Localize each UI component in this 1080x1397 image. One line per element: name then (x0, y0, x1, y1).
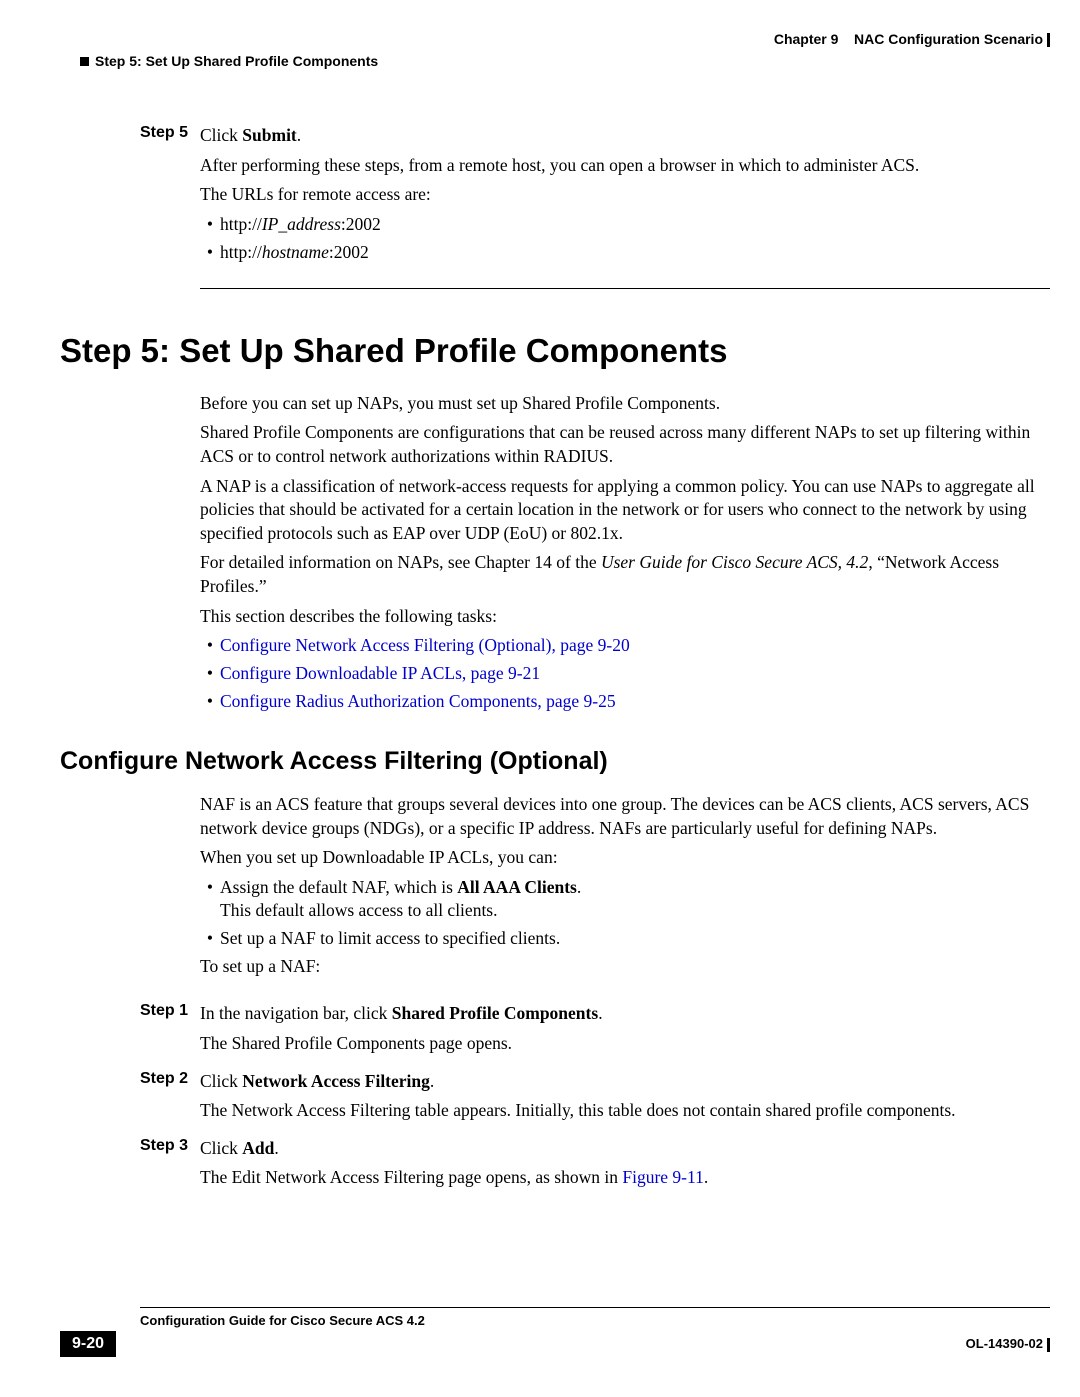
page-footer: Configuration Guide for Cisco Secure ACS… (60, 1307, 1050, 1357)
page-header: Chapter 9 NAC Configuration Scenario Ste… (60, 30, 1050, 70)
heading-shared-profile: Step 5: Set Up Shared Profile Components (60, 329, 1050, 374)
header-section: Step 5: Set Up Shared Profile Components (80, 52, 378, 71)
page-content: Step 5 Click Submit. After performing th… (60, 120, 1050, 1200)
step-label: Step 1 (140, 998, 200, 1061)
chapter-label: Chapter 9 NAC Configuration Scenario (774, 31, 1043, 47)
step-1-row: Step 1 In the navigation bar, click Shar… (60, 998, 1050, 1061)
link-configure-naf[interactable]: Configure Network Access Filtering (Opti… (220, 635, 630, 655)
doc-number: OL-14390-02 (966, 1336, 1043, 1351)
footer-guide-title: Configuration Guide for Cisco Secure ACS… (140, 1312, 425, 1330)
link-configure-ip-acls[interactable]: Configure Downloadable IP ACLs, page 9-2… (220, 663, 540, 683)
section-rule (200, 288, 1050, 289)
page-number: 9-20 (60, 1331, 116, 1357)
step-label: Step 3 (140, 1133, 200, 1196)
step-3-row: Step 3 Click Add. The Edit Network Acces… (60, 1133, 1050, 1196)
step-5-row: Step 5 Click Submit. After performing th… (60, 120, 1050, 268)
link-configure-radius[interactable]: Configure Radius Authorization Component… (220, 691, 616, 711)
step-label: Step 5 (140, 120, 200, 268)
link-figure-9-11[interactable]: Figure 9-11 (622, 1167, 704, 1187)
step-2-row: Step 2 Click Network Access Filtering. T… (60, 1066, 1050, 1129)
heading-configure-naf: Configure Network Access Filtering (Opti… (60, 745, 1050, 779)
step-label: Step 2 (140, 1066, 200, 1129)
